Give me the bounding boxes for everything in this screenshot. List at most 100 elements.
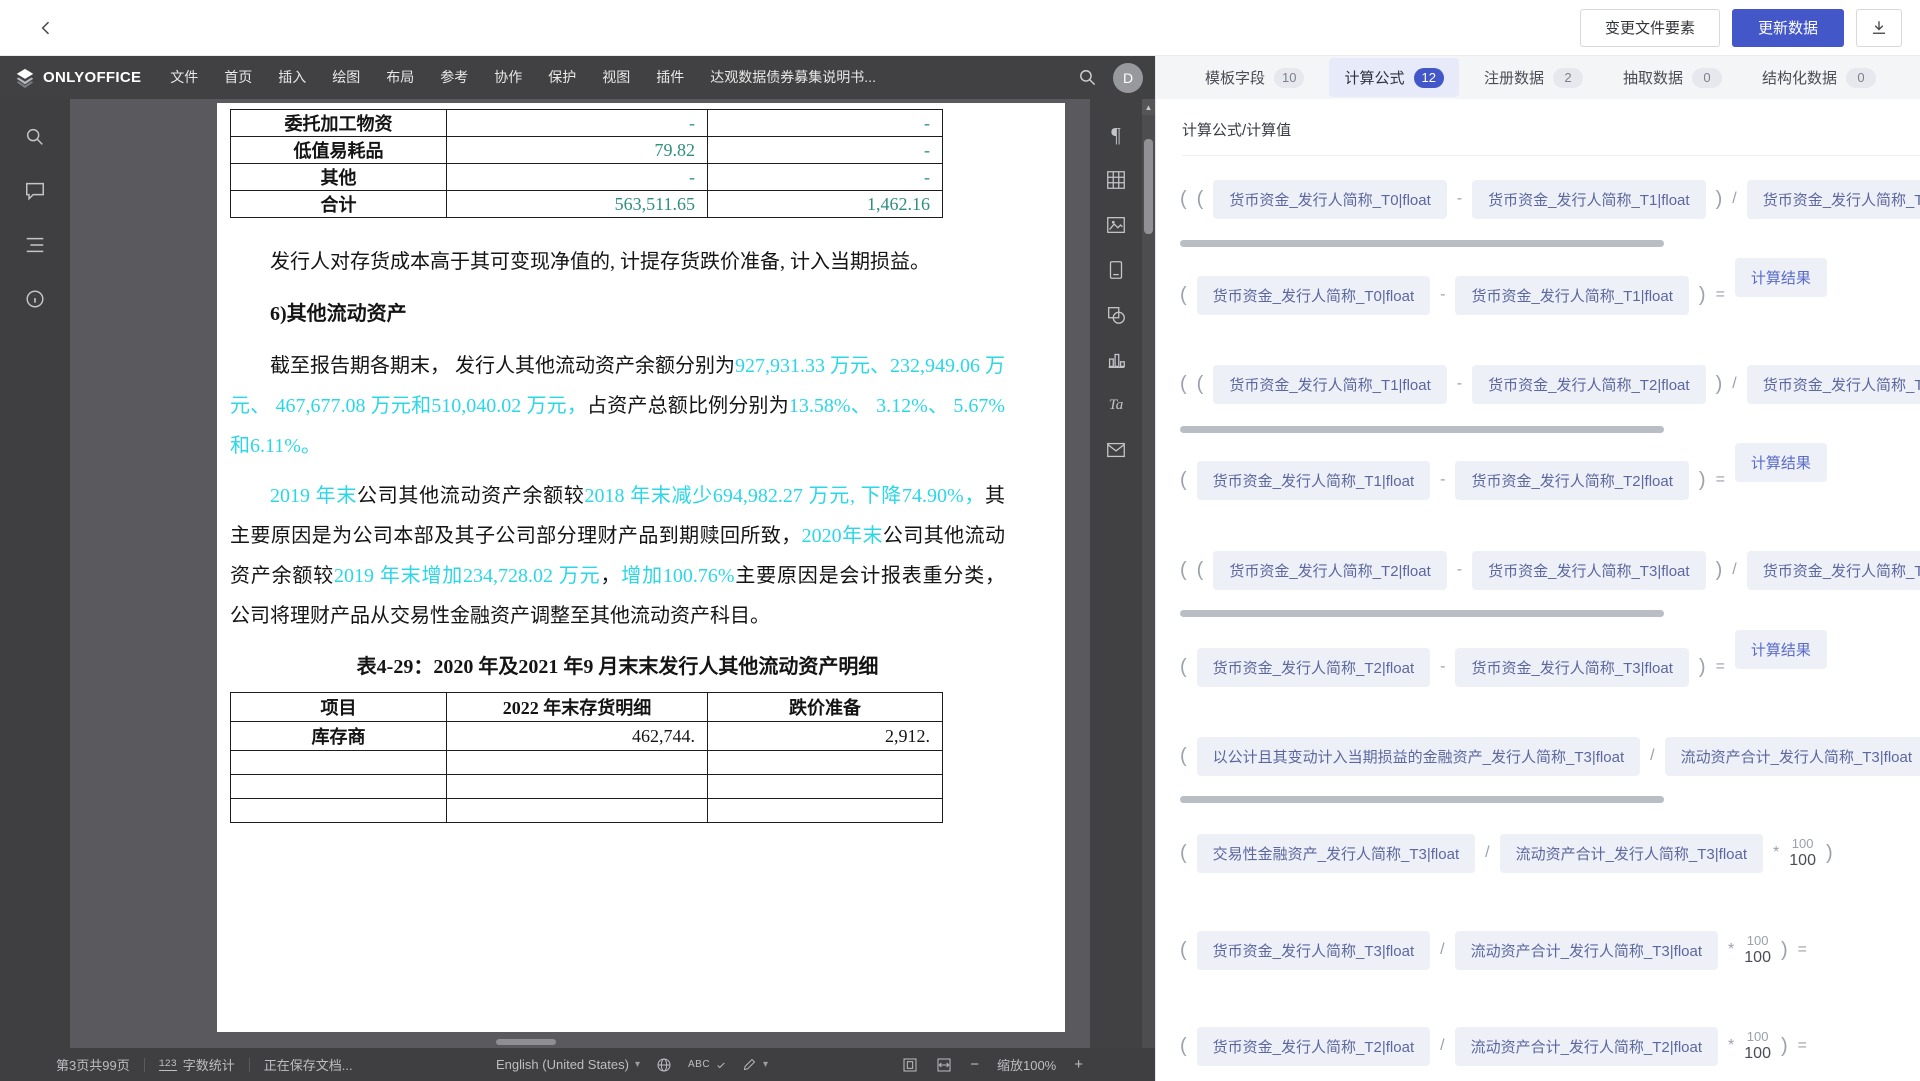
formula-field-chip[interactable]: 货币资金_发行人简称_T3|float [1472,551,1705,590]
scroll-up-icon[interactable]: ▲ [1142,99,1155,115]
highlighted-text: 2020年末 [802,525,883,547]
logo-text: ONLYOFFICE [43,69,141,86]
toolbar-menu-item[interactable]: 视图 [589,56,643,99]
table-cell: 委托加工物资 [231,110,447,137]
formula-field-chip[interactable]: 货币资金_发行人简称_T3|float [1455,648,1688,687]
header-footer-settings-icon[interactable] [1102,256,1130,284]
about-icon[interactable] [21,285,49,313]
formula-field-chip[interactable]: 货币资金_发行人简称_T1|float [1213,365,1446,404]
vertical-scrollbar[interactable]: ▲ [1142,99,1155,1048]
chart-settings-icon[interactable] [1102,346,1130,374]
formula-field-chip[interactable]: 流动资产合计_发行人简称_T3|float [1500,834,1763,873]
formula-field-chip[interactable]: 交易性金融资产_发行人简称_T3|float [1197,834,1475,873]
paragraph-text: 发行人对存货成本高于其可变现净值的, 计提存货跌价准备, 计入当期损益。 [270,251,930,273]
search-icon[interactable] [1078,68,1097,87]
fit-width-icon[interactable] [936,1057,952,1073]
track-changes-icon[interactable]: ▾ [742,1057,768,1072]
back-icon[interactable] [26,8,66,48]
formula-operator: / [1485,844,1489,862]
document-language-icon[interactable] [656,1057,672,1073]
update-data-button[interactable]: 更新数据 [1732,9,1844,47]
table-row [231,751,943,775]
formula-field-chip[interactable]: 货币资金_发行人简称_T2|float [1197,1027,1430,1066]
toolbar-menu-item[interactable]: 协作 [481,56,535,99]
textart-settings-icon[interactable]: Ta [1102,391,1130,419]
image-settings-icon[interactable] [1102,211,1130,239]
onlyoffice-logo: ONLYOFFICE [0,67,157,89]
vertical-scrollbar-thumb[interactable] [1144,139,1153,234]
formula-result-chip[interactable]: 计算结果 [1735,443,1827,482]
formula-operator: = [1716,658,1725,676]
formula-field-chip[interactable]: 货币资金_发行人简称_T0|float [1213,180,1446,219]
formula-result-chip[interactable]: 计算结果 [1735,258,1827,297]
formula-field-chip[interactable]: 货币资金_发行人简称_T2|float [1455,461,1688,500]
tab-抽取数据[interactable]: 抽取数据0 [1608,58,1737,97]
toolbar-menu-item[interactable]: 保护 [535,56,589,99]
tab-计算公式[interactable]: 计算公式12 [1329,58,1458,97]
formula-operator: * [1728,1037,1734,1055]
table-settings-icon[interactable] [1102,166,1130,194]
formula-scrollbar[interactable] [1180,610,1664,617]
formula-field-chip[interactable]: 流动资产合计_发行人简称_T3|float [1455,931,1718,970]
formula-scrollbar[interactable] [1180,426,1664,433]
formula-scrollbar[interactable] [1180,796,1664,803]
formula-field-chip[interactable]: 货币资金_发行人简称_T0|float [1197,276,1430,315]
formula-field-chip[interactable]: 流动资产合计_发行人简称_T3|float [1665,737,1920,776]
zoom-out-button[interactable]: − [970,1056,979,1073]
comments-icon[interactable] [21,177,49,205]
paragraph-settings-icon[interactable]: ¶ [1102,121,1130,149]
formula-field-chip[interactable]: 货币资金_发行人简称_T1|float [1455,276,1688,315]
formula-field-chip[interactable]: 货币资金_发行人简称_T2|float [1197,648,1430,687]
toolbar-menu-item[interactable]: 插件 [643,56,697,99]
fit-page-icon[interactable] [902,1057,918,1073]
formula-operator: - [1440,286,1445,304]
formula-field-chip[interactable]: 货币资金_发行人简称_T3|float [1747,551,1920,590]
zoom-in-button[interactable]: + [1074,1056,1083,1073]
formula-row: ((货币资金_发行人简称_T2|float-货币资金_发行人简称_T3|floa… [1180,548,1920,592]
formula-field-chip[interactable]: 货币资金_发行人简称_T2|float [1213,551,1446,590]
tab-模板字段[interactable]: 模板字段10 [1190,58,1319,97]
tab-注册数据[interactable]: 注册数据2 [1469,58,1598,97]
toolbar-menu-item[interactable]: 达观数据债券募集说明书... [697,56,889,99]
formula-field-chip[interactable]: 流动资产合计_发行人简称_T2|float [1455,1027,1718,1066]
formula-result-chip[interactable]: 计算结果 [1735,630,1827,669]
formula-field-chip[interactable]: 货币资金_发行人简称_T2|float [1472,365,1705,404]
word-count[interactable]: 123 字数统计 [159,1055,235,1074]
toolbar-menu-item[interactable]: 首页 [211,56,265,99]
change-file-elements-button[interactable]: 变更文件要素 [1580,9,1720,47]
formula-field-chip[interactable]: 以公计且其变动计入当期损益的金融资产_发行人简称_T3|float [1197,737,1640,776]
language-selector[interactable]: English (United States) ▾ [496,1057,640,1072]
formula-operator: * [1728,941,1734,959]
document-page[interactable]: 委托加工物资--低值易耗品79.82-其他--合计563,511.651,462… [217,103,1065,1032]
formula-field-chip[interactable]: 货币资金_发行人简称_T2|float [1747,365,1920,404]
formula-field-chip[interactable]: 货币资金_发行人简称_T1|float [1747,180,1920,219]
find-icon[interactable] [21,123,49,151]
formula-paren: ( [1180,559,1187,582]
toolbar-menu-item[interactable]: 绘图 [319,56,373,99]
formula-field-chip[interactable]: 货币资金_发行人简称_T3|float [1197,931,1430,970]
paragraph: 2019 年末公司其他流动资产余额较2018 年末减少694,982.27 万元… [230,476,1005,636]
chevron-down-icon: ▾ [635,1059,640,1070]
horizontal-scrollbar-thumb[interactable] [496,1039,556,1045]
shape-settings-icon[interactable] [1102,301,1130,329]
formula-field-chip[interactable]: 货币资金_发行人简称_T1|float [1197,461,1430,500]
zoom-level[interactable]: 缩放100% [997,1055,1056,1074]
spell-check-icon[interactable]: ABC [688,1059,726,1070]
table-header-cell: 跌价准备 [708,693,943,722]
page-indicator[interactable]: 第3页共99页 [56,1055,130,1074]
formula-scrollbar[interactable] [1180,240,1664,247]
status-center: English (United States) ▾ ABC ▾ [496,1048,768,1081]
tab-结构化数据[interactable]: 结构化数据0 [1747,58,1891,97]
toolbar-menu-item[interactable]: 参考 [427,56,481,99]
avatar[interactable]: D [1113,63,1143,93]
toolbar-menu-item[interactable]: 布局 [373,56,427,99]
onlyoffice-logo-icon [14,67,36,89]
mail-merge-icon[interactable] [1102,436,1130,464]
download-button[interactable] [1856,9,1902,47]
document-canvas: 委托加工物资--低值易耗品79.82-其他--合计563,511.651,462… [70,99,1155,1048]
toolbar-menu-item[interactable]: 插入 [265,56,319,99]
toolbar-menu-item[interactable]: 文件 [157,56,211,99]
navigation-icon[interactable] [21,231,49,259]
word-count-label: 字数统计 [183,1055,235,1074]
formula-field-chip[interactable]: 货币资金_发行人简称_T1|float [1472,180,1705,219]
